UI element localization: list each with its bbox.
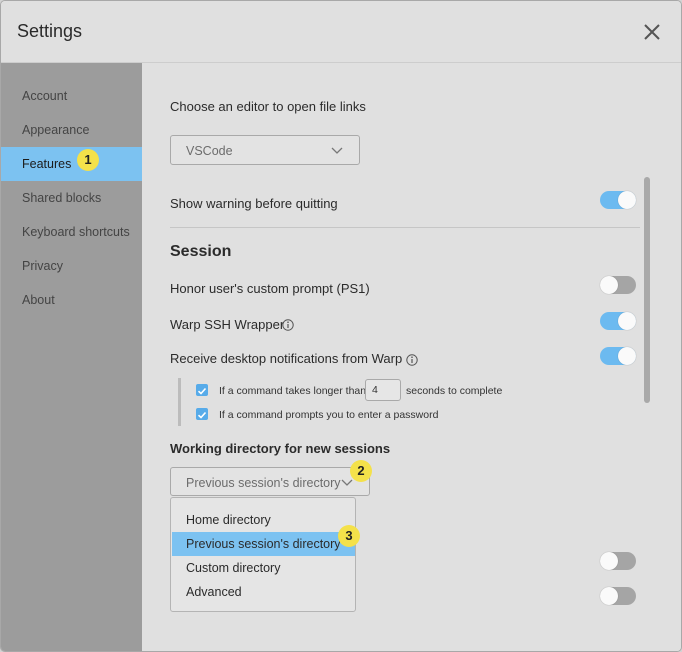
workdir-option-advanced[interactable]: Advanced bbox=[172, 580, 355, 604]
password-prompt-checkbox[interactable] bbox=[196, 408, 208, 420]
notifications-label: Receive desktop notifications from Warp bbox=[170, 351, 403, 366]
panel-scrollbar[interactable] bbox=[644, 177, 650, 403]
editor-label: Choose an editor to open file links bbox=[170, 99, 366, 114]
checkmark-icon bbox=[197, 411, 207, 419]
sidebar-item-account[interactable]: Account bbox=[1, 79, 142, 113]
ps1-toggle[interactable] bbox=[600, 276, 636, 294]
toggle-knob bbox=[600, 552, 618, 570]
annotation-badge-1: 1 bbox=[77, 149, 99, 171]
workdir-option-label: Custom directory bbox=[186, 561, 281, 575]
sidebar-item-label: Shared blocks bbox=[22, 191, 102, 205]
section-divider bbox=[170, 227, 640, 228]
long-command-seconds-input[interactable]: 4 bbox=[365, 379, 401, 401]
editor-select[interactable]: VSCode bbox=[170, 135, 360, 165]
workdir-heading: Working directory for new sessions bbox=[170, 441, 391, 456]
info-icon[interactable] bbox=[406, 354, 418, 366]
workdir-option-label: Previous session's directory bbox=[186, 537, 341, 551]
workdir-option-previous[interactable]: Previous session's directory bbox=[172, 532, 355, 556]
sidebar-item-appearance[interactable]: Appearance bbox=[1, 113, 142, 147]
annotation-badge-2: 2 bbox=[350, 460, 372, 482]
workdir-option-label: Advanced bbox=[186, 585, 242, 599]
sidebar-item-label: Appearance bbox=[22, 123, 90, 137]
checkmark-icon bbox=[197, 387, 207, 395]
toggle-knob bbox=[618, 312, 636, 330]
warn-quit-toggle[interactable] bbox=[600, 191, 636, 209]
session-heading: Session bbox=[170, 243, 232, 260]
indent-bar bbox=[178, 378, 181, 426]
workdir-option-label: Home directory bbox=[186, 513, 271, 527]
sidebar-item-label: Account bbox=[22, 89, 68, 103]
notifications-toggle[interactable] bbox=[600, 347, 636, 365]
sidebar-item-shared-blocks[interactable]: Shared blocks bbox=[1, 181, 142, 215]
workdir-select-value: Previous session's directory bbox=[186, 476, 341, 490]
sidebar-item-about[interactable]: About bbox=[1, 283, 142, 317]
settings-sidebar: Account Appearance Features 1 Shared blo… bbox=[1, 63, 142, 651]
sidebar-item-privacy[interactable]: Privacy bbox=[1, 249, 142, 283]
toggle-knob bbox=[618, 191, 636, 209]
toggle-knob bbox=[618, 347, 636, 365]
window-title: Settings bbox=[17, 21, 83, 41]
long-command-prefix: If a command takes longer than bbox=[219, 385, 367, 397]
sidebar-item-label: Privacy bbox=[22, 259, 63, 273]
ps1-label: Honor user's custom prompt (PS1) bbox=[170, 281, 370, 296]
hidden-setting-toggle-1[interactable] bbox=[600, 552, 636, 570]
workdir-dropdown-menu: Home directory Previous session's direct… bbox=[170, 497, 356, 612]
features-panel: Choose an editor to open file links VSCo… bbox=[142, 63, 681, 651]
chevron-down-icon bbox=[341, 479, 353, 486]
editor-select-value: VSCode bbox=[186, 144, 233, 158]
warn-quit-label: Show warning before quitting bbox=[170, 196, 338, 211]
sidebar-item-keyboard-shortcuts[interactable]: Keyboard shortcuts bbox=[1, 215, 142, 249]
long-command-suffix: seconds to complete bbox=[406, 385, 503, 397]
chevron-down-icon bbox=[331, 147, 343, 154]
hidden-setting-toggle-2[interactable] bbox=[600, 587, 636, 605]
workdir-select[interactable]: Previous session's directory bbox=[170, 467, 370, 496]
info-icon[interactable] bbox=[282, 319, 294, 331]
toggle-knob bbox=[600, 276, 618, 294]
toggle-knob bbox=[600, 587, 618, 605]
workdir-option-custom[interactable]: Custom directory bbox=[172, 556, 355, 580]
long-command-checkbox[interactable] bbox=[196, 384, 208, 396]
sidebar-item-features[interactable]: Features 1 bbox=[1, 147, 142, 181]
sidebar-item-label: Keyboard shortcuts bbox=[22, 225, 130, 239]
sidebar-item-label: About bbox=[22, 293, 55, 307]
ssh-wrapper-label: Warp SSH Wrapper bbox=[170, 317, 285, 332]
sidebar-item-label: Features bbox=[22, 157, 72, 171]
title-bar: Settings bbox=[1, 1, 681, 63]
annotation-badge-3: 3 bbox=[338, 525, 360, 547]
settings-window: Settings Account Appearance Features 1 S… bbox=[0, 0, 682, 652]
workdir-option-home[interactable]: Home directory bbox=[172, 508, 355, 532]
ssh-wrapper-toggle[interactable] bbox=[600, 312, 636, 330]
password-prompt-label: If a command prompts you to enter a pass… bbox=[219, 409, 439, 421]
close-button[interactable] bbox=[639, 19, 665, 45]
close-icon bbox=[644, 24, 660, 40]
